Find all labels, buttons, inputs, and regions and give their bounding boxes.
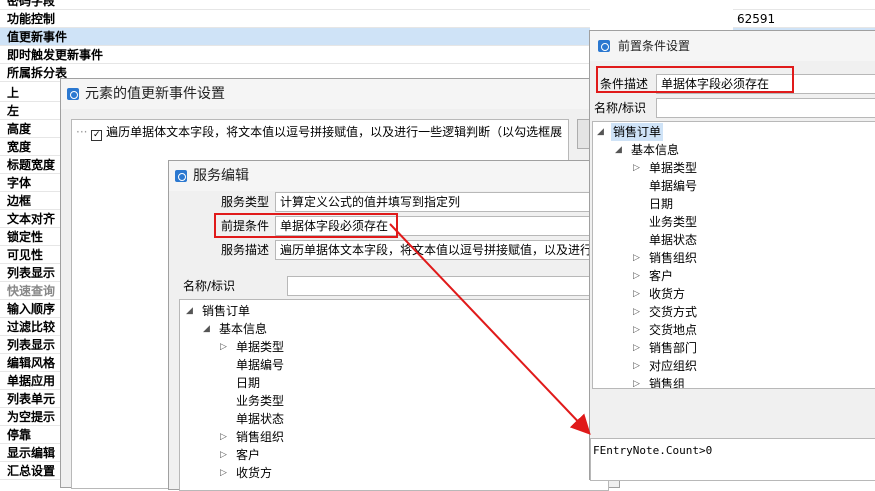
annotation-arrow (389, 223, 591, 435)
